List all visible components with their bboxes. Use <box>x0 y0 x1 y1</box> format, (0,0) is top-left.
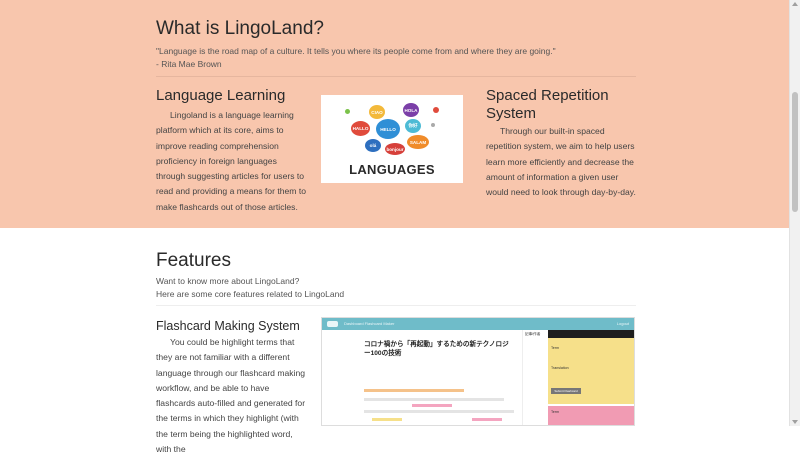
features-divider <box>156 305 636 306</box>
page-scrollbar[interactable] <box>789 0 800 426</box>
dot-3 <box>431 123 435 127</box>
bubble-ciao: CIAO <box>369 105 385 119</box>
quote-text: "Language is the road map of a culture. … <box>156 46 556 56</box>
screenshot-text-line <box>364 410 514 413</box>
flashcard-term-label: Term <box>551 346 559 350</box>
quote-author: - Rita Mae Brown <box>156 59 222 69</box>
flashcard-yellow-card: Term Translation Submit Flashcard <box>548 338 634 404</box>
languages-caption: LANGUAGES <box>349 162 435 177</box>
bubble-salam: SALAM <box>407 135 429 149</box>
screenshot-logout: Logout <box>616 321 629 326</box>
screenshot-highlight-pink <box>472 418 502 421</box>
about-divider <box>156 76 636 77</box>
bubble-bonjour: bonjour <box>385 143 405 155</box>
flashcard-term-label-2: Term <box>551 410 559 414</box>
language-learning-text: Lingoland is a language learning platfor… <box>156 110 307 212</box>
features-subtitle-line-2: Here are some core features related to L… <box>156 289 345 299</box>
flashcard-submit-button: Submit Flashcard <box>551 388 581 394</box>
bubble-nihao: 你好 <box>405 119 421 133</box>
language-learning-heading: Language Learning <box>156 87 286 104</box>
flashcard-pink-card: Term <box>548 406 634 425</box>
bubble-hola: HOLA <box>403 103 419 117</box>
about-section: What is LingoLand? "Language is the road… <box>0 0 790 228</box>
screenshot-navbar: Dashboard Flashcard Maker Logout <box>322 318 634 330</box>
flashcard-app-screenshot: Dashboard Flashcard Maker Logout コロナ禍から「… <box>321 317 635 426</box>
about-title: What is LingoLand? <box>156 18 324 39</box>
bubble-ola: olá <box>365 139 381 152</box>
scrollbar-thumb[interactable] <box>792 92 798 212</box>
screenshot-side-column <box>522 330 548 425</box>
spaced-repetition-heading: Spaced Repetition System <box>486 87 609 122</box>
flashcard-panel-header <box>548 330 634 338</box>
flashcard-text: You could be highlight terms that they a… <box>156 337 306 455</box>
dot-1 <box>345 109 350 114</box>
about-quote: "Language is the road map of a culture. … <box>156 45 556 71</box>
languages-image: CIAO HOLA HALLO HELLO 你好 olá SALAM bonjo… <box>321 95 463 183</box>
dot-2 <box>433 107 439 113</box>
flashcard-heading: Flashcard Making System <box>156 319 300 333</box>
features-subtitle-line-1: Want to know more about LingoLand? <box>156 276 300 286</box>
screenshot-side-label: 記事/作者 <box>525 332 541 336</box>
screenshot-text-line <box>364 398 504 401</box>
screenshot-logo <box>327 321 338 327</box>
screenshot-nav-links: Dashboard Flashcard Maker <box>344 321 395 326</box>
screenshot-highlight-orange <box>364 389 464 392</box>
spaced-repetition-text: Through our built-in spaced repetition s… <box>486 126 636 198</box>
scroll-up-icon[interactable] <box>792 2 798 6</box>
flashcard-translation-label: Translation <box>551 366 569 370</box>
screenshot-article-title: コロナ禍から「再起動」するための新テクノロジー100の技術 <box>364 341 509 357</box>
bubble-hello: HELLO <box>376 119 400 139</box>
bubble-hallo: HALLO <box>351 121 370 136</box>
screenshot-flashcard-panel: Term Translation Submit Flashcard Term <box>548 330 634 425</box>
screenshot-highlight-pink <box>412 404 452 407</box>
scroll-down-icon[interactable] <box>792 420 798 424</box>
screenshot-highlight-yellow <box>372 418 402 421</box>
features-title: Features <box>156 250 231 271</box>
features-subtitle: Want to know more about LingoLand? Here … <box>156 275 344 301</box>
